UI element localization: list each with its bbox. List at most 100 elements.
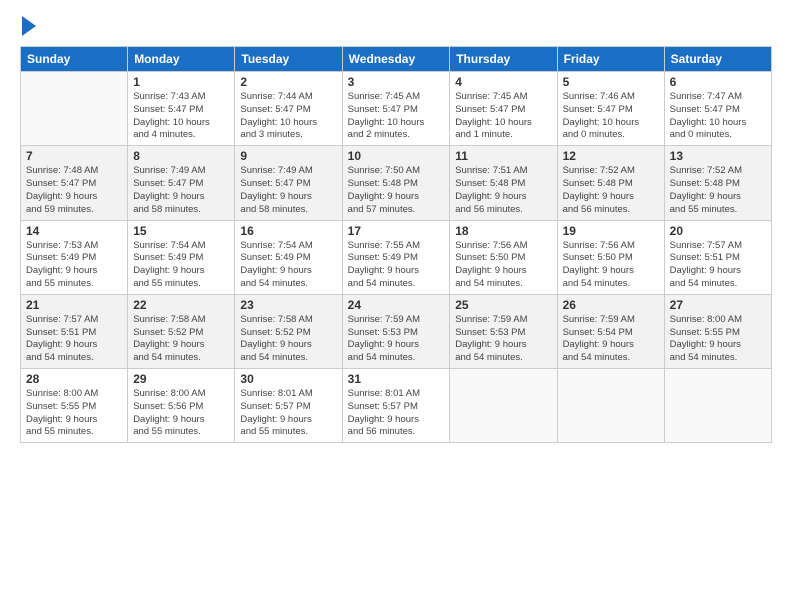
- day-info: Sunrise: 7:56 AM Sunset: 5:50 PM Dayligh…: [455, 240, 551, 291]
- weekday-header-row: SundayMondayTuesdayWednesdayThursdayFrid…: [21, 47, 772, 72]
- day-number: 28: [26, 372, 122, 386]
- day-info: Sunrise: 7:44 AM Sunset: 5:47 PM Dayligh…: [240, 91, 336, 142]
- weekday-header-wednesday: Wednesday: [342, 47, 450, 72]
- weekday-header-monday: Monday: [128, 47, 235, 72]
- week-row-4: 21 Sunrise: 7:57 AM Sunset: 5:51 PM Dayli…: [21, 294, 772, 368]
- day-info: Sunrise: 7:50 AM Sunset: 5:48 PM Dayligh…: [348, 165, 445, 216]
- day-info: Sunrise: 7:45 AM Sunset: 5:47 PM Dayligh…: [455, 91, 551, 142]
- day-number: 2: [240, 75, 336, 89]
- day-number: 25: [455, 298, 551, 312]
- day-info: Sunrise: 8:00 AM Sunset: 5:55 PM Dayligh…: [670, 314, 766, 365]
- day-cell: 8Sunrise: 7:49 AM Sunset: 5:47 PM Daylig…: [128, 146, 235, 220]
- day-info: Sunrise: 7:43 AM Sunset: 5:47 PM Dayligh…: [133, 91, 229, 142]
- week-row-3: 14 Sunrise: 7:53 AM Sunset: 5:49 PM Dayli…: [21, 220, 772, 294]
- day-info: Sunrise: 8:00 AM Sunset: 5:55 PM Dayligh…: [26, 388, 122, 439]
- logo-arrow-icon: [22, 16, 36, 36]
- day-number: 27: [670, 298, 766, 312]
- day-info: Sunrise: 8:00 AM Sunset: 5:56 PM Dayligh…: [133, 388, 229, 439]
- day-cell: 6 Sunrise: 7:47 AM Sunset: 5:47 PM Daylig…: [664, 72, 771, 146]
- day-cell: 26Sunrise: 7:59 AM Sunset: 5:54 PM Dayli…: [557, 294, 664, 368]
- day-number: 15: [133, 224, 229, 238]
- day-number: 11: [455, 149, 551, 163]
- day-info: Sunrise: 8:01 AM Sunset: 5:57 PM Dayligh…: [240, 388, 336, 439]
- day-cell: 10 Sunrise: 7:50 AM Sunset: 5:48 PM Dayli…: [342, 146, 450, 220]
- day-cell: 24 Sunrise: 7:59 AM Sunset: 5:53 PM Dayli…: [342, 294, 450, 368]
- day-number: 1: [133, 75, 229, 89]
- day-cell: 13Sunrise: 7:52 AM Sunset: 5:48 PM Dayli…: [664, 146, 771, 220]
- day-info: Sunrise: 7:49 AM Sunset: 5:47 PM Dayligh…: [240, 165, 336, 216]
- day-cell: 12 Sunrise: 7:52 AM Sunset: 5:48 PM Dayli…: [557, 146, 664, 220]
- day-number: 22: [133, 298, 229, 312]
- day-cell: 31Sunrise: 8:01 AM Sunset: 5:57 PM Dayli…: [342, 369, 450, 443]
- day-info: Sunrise: 7:45 AM Sunset: 5:47 PM Dayligh…: [348, 91, 445, 142]
- day-info: Sunrise: 7:53 AM Sunset: 5:49 PM Dayligh…: [26, 240, 122, 291]
- day-number: 6: [670, 75, 766, 89]
- day-cell: 21 Sunrise: 7:57 AM Sunset: 5:51 PM Dayli…: [21, 294, 128, 368]
- day-cell: 3 Sunrise: 7:45 AM Sunset: 5:47 PM Daylig…: [342, 72, 450, 146]
- day-cell: 9 Sunrise: 7:49 AM Sunset: 5:47 PM Daylig…: [235, 146, 342, 220]
- day-info: Sunrise: 8:01 AM Sunset: 5:57 PM Dayligh…: [348, 388, 445, 439]
- day-cell: 28 Sunrise: 8:00 AM Sunset: 5:55 PM Dayli…: [21, 369, 128, 443]
- day-number: 23: [240, 298, 336, 312]
- day-number: 16: [240, 224, 336, 238]
- day-cell: 17 Sunrise: 7:55 AM Sunset: 5:49 PM Dayli…: [342, 220, 450, 294]
- weekday-header-sunday: Sunday: [21, 47, 128, 72]
- day-cell: 22 Sunrise: 7:58 AM Sunset: 5:52 PM Dayli…: [128, 294, 235, 368]
- day-number: 3: [348, 75, 445, 89]
- day-number: 7: [26, 149, 122, 163]
- day-cell: 27 Sunrise: 8:00 AM Sunset: 5:55 PM Dayli…: [664, 294, 771, 368]
- day-cell: 1 Sunrise: 7:43 AM Sunset: 5:47 PM Daylig…: [128, 72, 235, 146]
- day-number: 10: [348, 149, 445, 163]
- day-info: Sunrise: 7:58 AM Sunset: 5:52 PM Dayligh…: [133, 314, 229, 365]
- weekday-header-thursday: Thursday: [450, 47, 557, 72]
- day-cell: 7 Sunrise: 7:48 AM Sunset: 5:47 PM Daylig…: [21, 146, 128, 220]
- day-info: Sunrise: 7:59 AM Sunset: 5:53 PM Dayligh…: [348, 314, 445, 365]
- day-number: 24: [348, 298, 445, 312]
- day-cell: [664, 369, 771, 443]
- day-number: 4: [455, 75, 551, 89]
- day-number: 21: [26, 298, 122, 312]
- day-number: 20: [670, 224, 766, 238]
- header: [20, 18, 772, 36]
- day-cell: [557, 369, 664, 443]
- day-number: 14: [26, 224, 122, 238]
- day-info: Sunrise: 7:51 AM Sunset: 5:48 PM Dayligh…: [455, 165, 551, 216]
- day-info: Sunrise: 7:56 AM Sunset: 5:50 PM Dayligh…: [563, 240, 659, 291]
- day-info: Sunrise: 7:57 AM Sunset: 5:51 PM Dayligh…: [670, 240, 766, 291]
- day-info: Sunrise: 7:57 AM Sunset: 5:51 PM Dayligh…: [26, 314, 122, 365]
- day-number: 19: [563, 224, 659, 238]
- day-number: 29: [133, 372, 229, 386]
- day-cell: [450, 369, 557, 443]
- day-cell: 16 Sunrise: 7:54 AM Sunset: 5:49 PM Dayli…: [235, 220, 342, 294]
- day-cell: 20 Sunrise: 7:57 AM Sunset: 5:51 PM Dayli…: [664, 220, 771, 294]
- day-info: Sunrise: 7:55 AM Sunset: 5:49 PM Dayligh…: [348, 240, 445, 291]
- day-info: Sunrise: 7:59 AM Sunset: 5:53 PM Dayligh…: [455, 314, 551, 365]
- logo: [20, 18, 36, 36]
- day-cell: 2 Sunrise: 7:44 AM Sunset: 5:47 PM Daylig…: [235, 72, 342, 146]
- day-info: Sunrise: 7:58 AM Sunset: 5:52 PM Dayligh…: [240, 314, 336, 365]
- day-number: 18: [455, 224, 551, 238]
- weekday-header-saturday: Saturday: [664, 47, 771, 72]
- day-number: 30: [240, 372, 336, 386]
- day-info: Sunrise: 7:52 AM Sunset: 5:48 PM Dayligh…: [563, 165, 659, 216]
- day-info: Sunrise: 7:46 AM Sunset: 5:47 PM Dayligh…: [563, 91, 659, 142]
- weekday-header-friday: Friday: [557, 47, 664, 72]
- day-cell: 30 Sunrise: 8:01 AM Sunset: 5:57 PM Dayli…: [235, 369, 342, 443]
- week-row-2: 7 Sunrise: 7:48 AM Sunset: 5:47 PM Daylig…: [21, 146, 772, 220]
- day-number: 12: [563, 149, 659, 163]
- day-cell: 29 Sunrise: 8:00 AM Sunset: 5:56 PM Dayli…: [128, 369, 235, 443]
- day-number: 5: [563, 75, 659, 89]
- day-info: Sunrise: 7:54 AM Sunset: 5:49 PM Dayligh…: [240, 240, 336, 291]
- day-number: 17: [348, 224, 445, 238]
- week-row-1: 1 Sunrise: 7:43 AM Sunset: 5:47 PM Daylig…: [21, 72, 772, 146]
- day-cell: 4 Sunrise: 7:45 AM Sunset: 5:47 PM Daylig…: [450, 72, 557, 146]
- day-cell: 23 Sunrise: 7:58 AM Sunset: 5:52 PM Dayli…: [235, 294, 342, 368]
- day-cell: 11 Sunrise: 7:51 AM Sunset: 5:48 PM Dayli…: [450, 146, 557, 220]
- day-info: Sunrise: 7:47 AM Sunset: 5:47 PM Dayligh…: [670, 91, 766, 142]
- day-number: 9: [240, 149, 336, 163]
- day-number: 8: [133, 149, 229, 163]
- day-number: 13: [670, 149, 766, 163]
- day-cell: 18 Sunrise: 7:56 AM Sunset: 5:50 PM Dayli…: [450, 220, 557, 294]
- day-info: Sunrise: 7:48 AM Sunset: 5:47 PM Dayligh…: [26, 165, 122, 216]
- day-cell: 19 Sunrise: 7:56 AM Sunset: 5:50 PM Dayli…: [557, 220, 664, 294]
